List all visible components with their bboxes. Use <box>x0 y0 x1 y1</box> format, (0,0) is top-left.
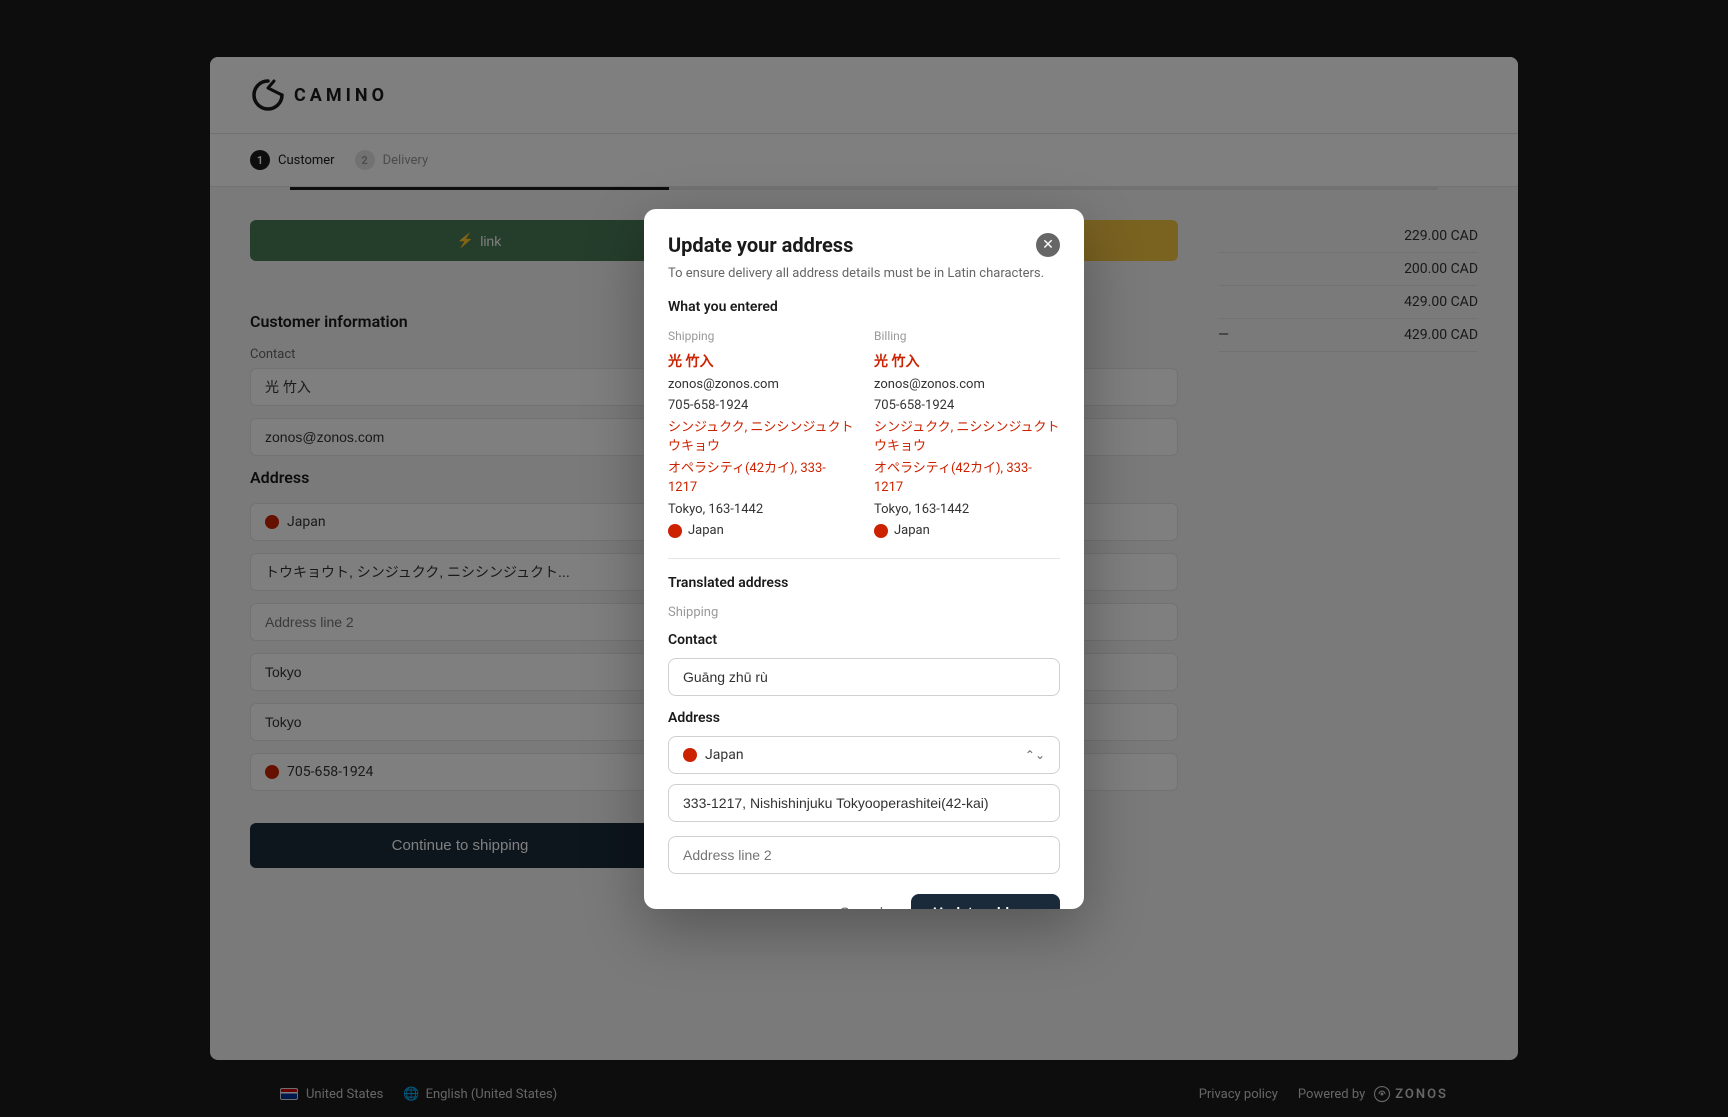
billing-name: 光 竹入 <box>874 351 1060 371</box>
billing-country: Japan <box>874 523 1060 538</box>
update-address-button[interactable]: Update address <box>911 894 1060 908</box>
shipping-name: 光 竹入 <box>668 351 854 371</box>
modal-title: Update your address <box>668 233 853 257</box>
what-entered-label: What you entered <box>668 299 1060 315</box>
billing-address-line2: オペラシティ(42カイ), 333-1217 <box>874 459 1060 498</box>
shipping-col-header: Shipping <box>668 329 854 343</box>
country-select[interactable]: Japan ⌃⌄ <box>668 736 1060 774</box>
shipping-country-flag <box>668 524 682 538</box>
japan-select-flag <box>683 748 697 762</box>
modal-footer: Cancel Update address <box>668 894 1060 908</box>
section-divider <box>668 558 1060 559</box>
shipping-city-state: Tokyo, 163-1442 <box>668 500 854 520</box>
shipping-phone: 705-658-1924 <box>668 396 854 416</box>
billing-address-line1: シンジュクク, ニシシンジュクトウキョウ <box>874 418 1060 457</box>
translated-shipping-label: Shipping <box>668 605 1060 620</box>
modal-header: Update your address ✕ <box>644 209 1084 257</box>
billing-email: zonos@zonos.com <box>874 375 1060 395</box>
address-section-label: Address <box>668 710 1060 726</box>
update-address-modal: Update your address ✕ To ensure delivery… <box>644 209 1084 909</box>
shipping-country: Japan <box>668 523 854 538</box>
shipping-column: Shipping 光 竹入 zonos@zonos.com 705-658-19… <box>668 329 854 539</box>
modal-overlay: Update your address ✕ To ensure delivery… <box>0 0 1728 1117</box>
translated-address-label: Translated address <box>668 575 1060 591</box>
modal-body: What you entered Shipping 光 竹入 zonos@zon… <box>644 299 1084 909</box>
address-line2-translated-input[interactable] <box>668 836 1060 874</box>
billing-country-flag <box>874 524 888 538</box>
cancel-button[interactable]: Cancel <box>823 894 899 908</box>
modal-subtitle: To ensure delivery all address details m… <box>644 265 1084 299</box>
billing-city-state: Tokyo, 163-1442 <box>874 500 1060 520</box>
columns-container: Shipping 光 竹入 zonos@zonos.com 705-658-19… <box>668 329 1060 539</box>
billing-phone: 705-658-1924 <box>874 396 1060 416</box>
contact-translated-input[interactable] <box>668 658 1060 696</box>
shipping-address-line2: オペラシティ(42カイ), 333-1217 <box>668 459 854 498</box>
chevron-updown-icon: ⌃⌄ <box>1025 748 1045 762</box>
shipping-address-line1: シンジュクク, ニシシンジュクトウキョウ <box>668 418 854 457</box>
shipping-email: zonos@zonos.com <box>668 375 854 395</box>
modal-close-button[interactable]: ✕ <box>1036 233 1060 257</box>
address-line1-translated-input[interactable] <box>668 784 1060 822</box>
contact-section-label: Contact <box>668 632 1060 648</box>
billing-col-header: Billing <box>874 329 1060 343</box>
billing-column: Billing 光 竹入 zonos@zonos.com 705-658-192… <box>874 329 1060 539</box>
